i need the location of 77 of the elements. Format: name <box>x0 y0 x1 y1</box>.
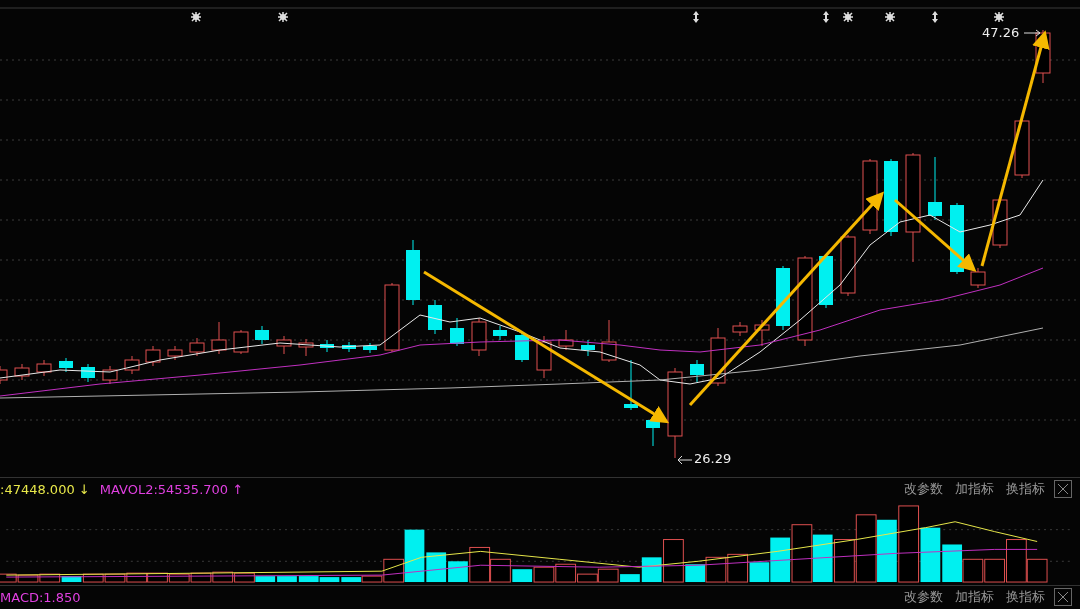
candlestick <box>515 331 529 363</box>
volume-bar <box>812 534 833 583</box>
up-down-icon <box>693 11 699 23</box>
up-down-icon <box>932 11 938 23</box>
volume-bar <box>190 572 212 583</box>
candlestick <box>363 342 377 354</box>
candlestick <box>320 339 334 353</box>
indicator-button[interactable]: 加指标 <box>952 480 997 498</box>
candlestick <box>298 338 314 357</box>
candlestick <box>255 325 269 345</box>
candlestick <box>1014 118 1030 179</box>
candlestick <box>36 359 52 377</box>
leader-line <box>677 455 693 465</box>
indicator-button[interactable]: 换指标 <box>1003 588 1048 606</box>
volume-bar <box>877 519 897 583</box>
candlestick <box>690 359 704 383</box>
candlestick <box>406 239 420 306</box>
volume-bar <box>533 566 555 583</box>
candlestick <box>59 357 73 373</box>
candlestick <box>167 345 183 361</box>
indicator-button[interactable]: 改参数 <box>901 480 946 498</box>
candlestick <box>558 329 574 351</box>
candlestick <box>928 156 942 221</box>
indicator-button[interactable]: 改参数 <box>901 588 946 606</box>
volume-bar <box>212 571 234 583</box>
candlestick <box>819 253 833 309</box>
volume-bar <box>791 524 813 583</box>
volume-bar <box>104 573 126 583</box>
candlestick <box>102 365 118 385</box>
candlestick <box>493 325 507 341</box>
indicator-value: MAVOL2:54535.700 ↑ <box>99 481 244 497</box>
star-icon <box>993 11 1005 23</box>
candlestick <box>710 327 726 387</box>
candlestick <box>970 267 986 289</box>
star-icon <box>190 11 202 23</box>
candlestick <box>471 317 487 357</box>
indicator-value: :47448.000 ↓ <box>0 481 90 497</box>
star-icon <box>884 11 896 23</box>
low-price-label: 26.29 <box>694 451 732 466</box>
candlestick <box>233 329 249 355</box>
candlestick <box>536 335 552 379</box>
leader-line <box>1023 29 1041 37</box>
candlestick <box>14 363 30 381</box>
candlestick <box>124 355 140 375</box>
candlestick <box>754 319 770 347</box>
volume-bar <box>147 572 168 583</box>
candlestick <box>601 319 617 363</box>
volume-bar <box>727 553 749 583</box>
candlestick <box>581 339 595 357</box>
candlestick <box>145 345 161 367</box>
candlestick <box>189 337 205 357</box>
candlestick <box>342 341 356 353</box>
candlestick <box>428 299 442 335</box>
star-icon <box>277 11 289 23</box>
volume-bar <box>168 573 190 583</box>
volume-bar <box>126 572 148 583</box>
candlestick <box>276 335 292 355</box>
up-down-icon <box>823 11 829 23</box>
candlestick <box>1035 29 1051 84</box>
candlestick <box>81 363 95 383</box>
candlestick <box>732 321 748 337</box>
indicator-button[interactable]: 加指标 <box>952 588 997 606</box>
star-icon <box>842 11 854 23</box>
candlestick <box>624 359 638 411</box>
volume-bar <box>17 574 39 583</box>
indicator-value: MACD:1.850 <box>0 589 81 605</box>
volume-bar <box>705 556 727 583</box>
volume-bar <box>39 573 61 583</box>
candlestick <box>384 282 400 353</box>
close-icon[interactable] <box>1054 588 1072 606</box>
high-price-label: 47.26 <box>982 25 1020 40</box>
candlestick <box>211 321 227 355</box>
candlestick <box>776 265 790 331</box>
volume-bar <box>82 573 104 583</box>
candlestick <box>450 317 464 347</box>
indicator-button[interactable]: 换指标 <box>1003 480 1048 498</box>
candlestick <box>840 234 856 297</box>
